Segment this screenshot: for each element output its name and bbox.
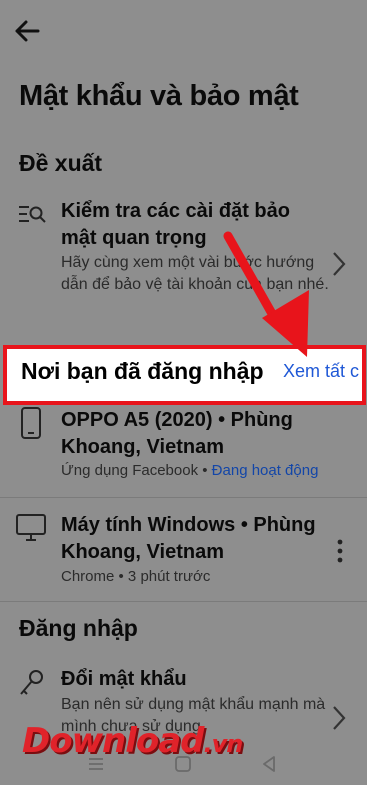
menu-icon[interactable] [84,752,108,776]
security-checkup-row[interactable]: Kiểm tra các cài đặt bảo mật quan trọng … [0,196,367,328]
where-logged-in-header: Nơi bạn đã đăng nhập Xem tất c [3,345,366,405]
divider [0,497,367,498]
home-icon[interactable] [171,752,195,776]
security-checkup-subtitle: Hãy cùng xem một vài bước hướng dẫn để b… [61,254,329,293]
divider [0,601,367,602]
device-row-phone[interactable]: OPPO A5 (2020) • Phùng Khoang, Vietnam Ứ… [0,405,367,497]
change-password-title: Đổi mật khẩu [61,668,187,690]
section-title-login: Đăng nhập [19,615,138,641]
device-app: Ứng dụng Facebook [61,462,199,479]
key-icon [20,670,43,695]
device-meta: Ứng dụng Facebook • Đang hoạt động [61,462,318,479]
page-title: Mật khẩu và bảo mật [19,80,299,112]
section-title-where-logged-in: Nơi bạn đã đăng nhập [21,358,264,384]
section-title-suggestions: Đề xuất [19,150,103,176]
device-meta: Chrome • 3 phút trước [61,568,211,585]
device-name: Máy tính Windows • Phùng Khoang, Vietnam [61,514,316,563]
phone-icon [21,407,41,439]
more-options-icon[interactable] [335,538,345,564]
back-triangle-icon[interactable] [258,752,282,776]
desktop-icon [16,514,46,541]
top-bar [0,0,367,62]
chevron-right-icon [333,252,346,276]
system-nav-bar [0,744,367,785]
security-checkup-title: Kiểm tra các cài đặt bảo mật quan trọng [61,200,290,249]
device-row-desktop[interactable]: Máy tính Windows • Phùng Khoang, Vietnam… [0,510,367,594]
see-all-link[interactable]: Xem tất c [283,361,359,382]
arrow-left-icon[interactable] [10,14,44,48]
chevron-right-icon [333,706,346,730]
meta-separator: • [198,462,212,479]
search-list-icon [19,206,46,223]
device-name: OPPO A5 (2020) • Phùng Khoang, Vietnam [61,409,293,458]
device-status: Đang hoạt động [211,462,319,479]
